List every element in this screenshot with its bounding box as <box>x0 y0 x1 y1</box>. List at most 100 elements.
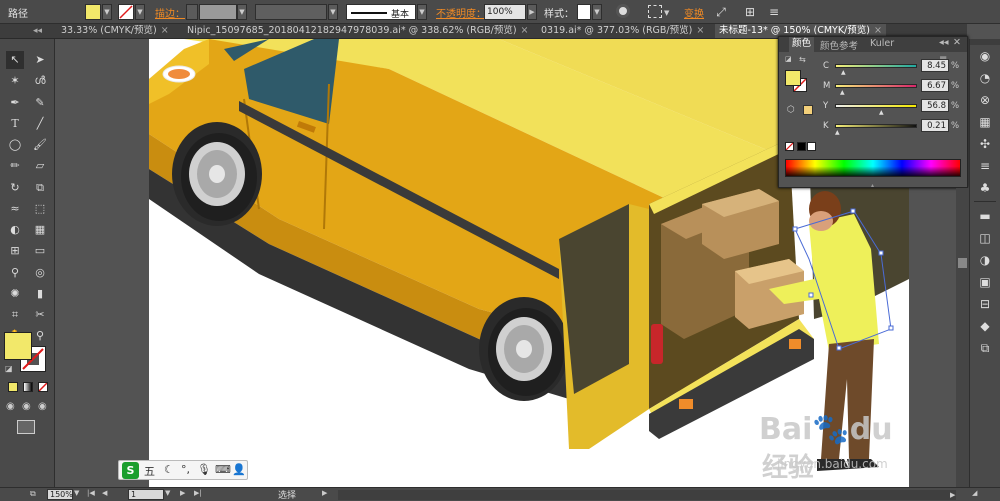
previous-artboard-icon[interactable]: ◀ <box>102 489 107 497</box>
transform-link[interactable]: 变换 <box>684 5 704 20</box>
mini-swap-icon[interactable]: ⇆ <box>799 55 806 64</box>
eyedropper-tool-icon[interactable]: ⚲ <box>6 264 24 282</box>
fill-color-box[interactable] <box>4 332 32 360</box>
status-menu-icon[interactable]: ▶ <box>322 489 327 497</box>
value-input-y[interactable]: 56.8 <box>921 99 949 112</box>
color-mode-icon[interactable] <box>8 382 18 392</box>
rotate-tool-icon[interactable]: ↻ <box>6 179 24 197</box>
tab-kuler[interactable]: Kuler <box>870 38 894 49</box>
tab-document-3[interactable]: 0319.ai* @ 377.03% (RGB/预览) × <box>537 24 708 38</box>
align-dropdown-icon[interactable]: ▼ <box>664 9 669 17</box>
mini-default-icon[interactable]: ◪ <box>785 55 792 63</box>
next-artboard-icon[interactable]: ▶ <box>180 489 185 497</box>
draw-normal-icon[interactable]: ◉ <box>6 401 15 412</box>
punctuation-icon[interactable]: °, <box>181 463 190 476</box>
artboard-tool-icon[interactable]: ⌗ <box>6 306 24 324</box>
slider-track-k[interactable] <box>835 124 917 128</box>
scroll-right-icon[interactable]: ▶ <box>950 491 955 499</box>
tab-document-2[interactable]: Nipic_15097685_20180412182947978039.ai* … <box>183 24 533 38</box>
arrange-icon[interactable]: ⊞ <box>742 4 758 20</box>
value-input-k[interactable]: 0.21 <box>921 119 949 132</box>
keyboard-icon[interactable]: ⌨ <box>215 463 231 476</box>
color-guide-icon[interactable]: ◔ <box>976 69 994 87</box>
brush-definition[interactable]: 基本 <box>346 4 416 20</box>
stroke-swatch[interactable] <box>118 4 134 20</box>
slider-track-m[interactable] <box>835 84 917 88</box>
blend-tool-icon[interactable]: ◎ <box>31 264 49 282</box>
color-spectrum[interactable] <box>785 159 961 177</box>
symbol-sprayer-tool-icon[interactable]: ✺ <box>6 285 24 303</box>
gradient-tool-icon[interactable]: ▭ <box>31 242 49 260</box>
value-input-m[interactable]: 6.67 <box>921 79 949 92</box>
stroke-label[interactable]: 描边： <box>155 5 185 20</box>
curvature-tool-icon[interactable]: ✎ <box>31 94 49 112</box>
artboards-icon[interactable]: ⧉ <box>976 339 994 357</box>
fill-swatch[interactable] <box>85 4 101 20</box>
swatches-icon[interactable]: ▦ <box>976 113 994 131</box>
pen-tool-icon[interactable]: ✒ <box>6 94 24 112</box>
variable-width-profile[interactable] <box>255 4 327 20</box>
eraser-tool-icon[interactable]: ▱ <box>31 157 49 175</box>
draw-inside-icon[interactable]: ◉ <box>38 401 47 412</box>
opacity-dropdown[interactable]: ▶ <box>527 4 537 20</box>
zoom-input[interactable]: 150% <box>47 489 73 500</box>
shape-builder-tool-icon[interactable]: ◐ <box>6 221 24 239</box>
panel-resize-icon[interactable]: ▴ <box>871 182 874 189</box>
screen-mode-icon[interactable] <box>17 420 35 434</box>
zoom-menu-icon[interactable]: ⧉ <box>30 489 36 499</box>
variable-width-dropdown[interactable]: ▼ <box>328 4 338 20</box>
recolor-artwork-icon[interactable] <box>616 4 630 18</box>
quick-none-swatch[interactable] <box>785 142 794 151</box>
value-input-c[interactable]: 8.45 <box>921 59 949 72</box>
stroke-weight-dropdown[interactable]: ▼ <box>237 4 247 20</box>
direct-selection-tool-icon[interactable]: ➤ <box>31 51 49 69</box>
perspective-grid-tool-icon[interactable]: ▦ <box>31 221 49 239</box>
artboard-dropdown-icon[interactable]: ▼ <box>165 489 170 497</box>
last-artboard-icon[interactable]: ▶| <box>194 489 202 497</box>
selection-tool-icon[interactable]: ↖ <box>6 51 24 69</box>
opacity-label[interactable]: 不透明度： <box>436 5 486 20</box>
first-artboard-icon[interactable]: |◀ <box>87 489 95 497</box>
vertical-scrollbar[interactable] <box>956 188 969 487</box>
slider-track-c[interactable] <box>835 64 917 68</box>
slider-thumb-y[interactable]: ▲ <box>879 109 884 116</box>
collapse-toolbox-icon[interactable]: ◂◂ <box>33 26 42 36</box>
panel-fill-swatch[interactable] <box>785 70 801 86</box>
free-transform-tool-icon[interactable]: ⬚ <box>31 200 49 218</box>
slice-tool-icon[interactable]: ✂ <box>31 306 49 324</box>
zoom-dropdown-icon[interactable]: ▼ <box>74 489 79 497</box>
moon-icon[interactable]: ☾ <box>164 463 174 476</box>
stroke-dropdown[interactable]: ▼ <box>135 4 145 20</box>
panel-menu-icon[interactable]: ≡ <box>766 4 782 20</box>
horizontal-scrollbar[interactable]: ▶ <box>338 490 956 500</box>
close-icon[interactable]: × <box>696 25 704 36</box>
scroll-thumb[interactable] <box>958 258 967 268</box>
warp-tool-icon[interactable]: ≈ <box>6 200 24 218</box>
gradient-mode-icon[interactable] <box>23 382 33 392</box>
align-panel-icon[interactable]: ⊟ <box>976 295 994 313</box>
isolate-selection-icon[interactable]: ⤢ <box>713 4 729 20</box>
out-of-gamut-icon[interactable]: ⬡ <box>787 105 795 115</box>
slider-thumb-c[interactable]: ▲ <box>841 69 846 76</box>
column-graph-tool-icon[interactable]: ▮ <box>31 285 49 303</box>
align-selection-icon[interactable] <box>648 5 662 18</box>
graphic-styles-icon[interactable]: ▣ <box>976 273 994 291</box>
gradient-panel-icon[interactable]: ▬ <box>976 207 994 225</box>
slider-track-y[interactable] <box>835 104 917 108</box>
stroke-weight-input[interactable] <box>199 4 237 20</box>
collapse-panel-icon[interactable]: ◂◂ <box>939 37 949 48</box>
kuler-icon[interactable]: ⊗ <box>976 91 994 109</box>
draw-behind-icon[interactable]: ◉ <box>22 401 31 412</box>
quick-white-swatch[interactable] <box>807 142 816 151</box>
none-mode-icon[interactable] <box>38 382 48 392</box>
close-icon[interactable]: × <box>161 25 169 36</box>
appearance-icon[interactable]: ◑ <box>976 251 994 269</box>
ime-mode-label[interactable]: 五 <box>144 463 155 479</box>
lasso-tool-icon[interactable]: ൾ <box>31 72 49 90</box>
brushes-icon[interactable]: ✣ <box>976 135 994 153</box>
scale-tool-icon[interactable]: ⧉ <box>31 179 49 197</box>
user-icon[interactable]: 👤 <box>232 463 246 476</box>
stroke-weight-stepper[interactable] <box>186 4 198 20</box>
default-colors-icon[interactable]: ◪ <box>5 364 13 373</box>
magic-wand-tool-icon[interactable]: ✶ <box>6 72 24 90</box>
